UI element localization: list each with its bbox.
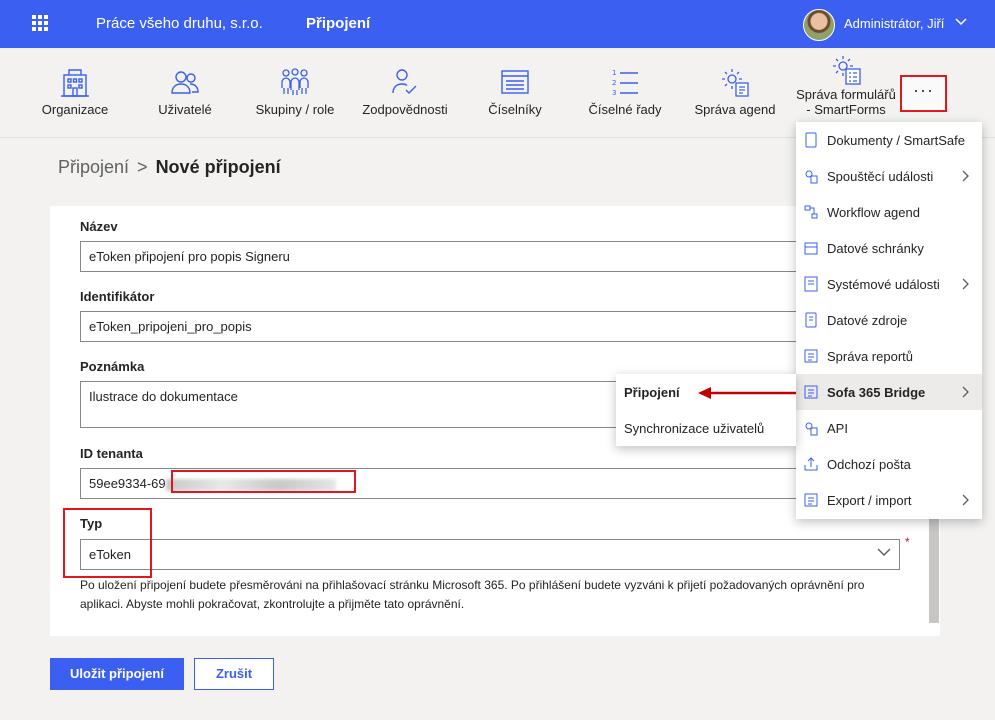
submenu-item-synchronizace[interactable]: Synchronizace uživatelů bbox=[624, 421, 764, 436]
menu-item-workflow[interactable]: Workflow agend bbox=[796, 194, 982, 230]
building-icon bbox=[61, 69, 89, 97]
more-menu: Dokumenty / SmartSafe Spouštěcí události… bbox=[796, 122, 982, 519]
menu-item-label: Odchozí pošta bbox=[827, 457, 911, 472]
ribbon-item-sprava-formularu[interactable]: Správa formulářů - SmartForms bbox=[796, 52, 896, 128]
menu-item-label: Spouštěcí události bbox=[827, 169, 934, 184]
menu-item-sofa-365-bridge[interactable]: Sofa 365 Bridge bbox=[796, 374, 982, 410]
groups-icon bbox=[281, 68, 309, 95]
gear-doc-icon bbox=[722, 69, 749, 97]
sofa-bridge-submenu: Připojení Synchronizace uživatelů bbox=[616, 374, 796, 446]
ribbon-label: Číselné řady bbox=[588, 102, 662, 117]
name-field[interactable]: eToken připojení pro popis Signeru bbox=[80, 241, 900, 272]
ribbon-label: Skupiny / role bbox=[255, 102, 335, 117]
svg-text:1: 1 bbox=[612, 69, 616, 77]
ribbon-label: Číselníky bbox=[488, 102, 542, 117]
ribbon-item-ciselne-rady[interactable]: 1 2 3 Číselné řady bbox=[575, 60, 675, 117]
page-title: Nové připojení bbox=[155, 157, 281, 177]
document-icon bbox=[805, 132, 817, 148]
note-label: Poznámka bbox=[80, 359, 145, 374]
menu-item-sprava-reportu[interactable]: Správa reportů bbox=[796, 338, 982, 374]
ribbon-item-uzivatele[interactable]: Uživatelé bbox=[135, 60, 235, 117]
tenant-value: 59ee9334-69 bbox=[89, 476, 166, 491]
menu-item-systemove-udalosti[interactable]: Systémové události bbox=[796, 266, 982, 302]
svg-text:3: 3 bbox=[612, 89, 616, 97]
workflow-icon bbox=[804, 205, 818, 219]
menu-item-api[interactable]: API bbox=[796, 410, 982, 446]
user-check-icon bbox=[392, 69, 417, 94]
breadcrumb-parent[interactable]: Připojení bbox=[58, 157, 129, 177]
submenu-item-pripojeni[interactable]: Připojení bbox=[624, 385, 680, 400]
menu-item-label: Workflow agend bbox=[827, 205, 920, 220]
menu-item-label: Datové schránky bbox=[827, 241, 924, 256]
breadcrumb: Připojení > Nové připojení bbox=[58, 157, 281, 178]
menu-item-label: Správa reportů bbox=[827, 349, 913, 364]
more-button[interactable]: ··· bbox=[900, 75, 947, 112]
menu-item-datove-zdroje[interactable]: Datové zdroje bbox=[796, 302, 982, 338]
chevron-right-icon bbox=[962, 278, 969, 290]
export-icon bbox=[804, 493, 818, 507]
ribbon-label: Organizace bbox=[41, 102, 109, 117]
outbox-icon bbox=[804, 457, 818, 471]
pointer-arrow-icon bbox=[698, 387, 796, 399]
identifier-label: Identifikátor bbox=[80, 289, 155, 304]
svg-text:2: 2 bbox=[612, 79, 616, 87]
scrollbar[interactable] bbox=[929, 513, 939, 623]
report-icon bbox=[804, 349, 818, 363]
data-source-icon bbox=[805, 312, 817, 328]
menu-item-label: Dokumenty / SmartSafe bbox=[827, 133, 965, 148]
users-icon bbox=[171, 71, 199, 94]
chevron-right-icon bbox=[962, 386, 969, 398]
ribbon-item-skupiny[interactable]: Skupiny / role bbox=[245, 60, 345, 117]
ribbon-label: Správa formulářů - SmartForms bbox=[796, 87, 896, 117]
app-launcher-icon[interactable] bbox=[32, 15, 48, 31]
ribbon-item-ciselniky[interactable]: Číselníky bbox=[465, 60, 565, 117]
avatar[interactable] bbox=[803, 9, 835, 41]
chevron-down-icon[interactable] bbox=[877, 548, 891, 556]
gear-form-icon bbox=[833, 56, 861, 85]
menu-item-datove-schranky[interactable]: Datové schránky bbox=[796, 230, 982, 266]
type-select[interactable]: eToken bbox=[80, 539, 900, 570]
required-mark: * bbox=[905, 535, 910, 549]
ribbon-label: Uživatelé bbox=[158, 102, 212, 117]
menu-item-label: Sofa 365 Bridge bbox=[827, 385, 926, 400]
highlight-box bbox=[63, 508, 152, 578]
company-name[interactable]: Práce všeho druhu, s.r.o. bbox=[96, 15, 263, 32]
menu-item-label: Datové zdroje bbox=[827, 313, 908, 328]
user-name[interactable]: Administrátor, Jiří bbox=[844, 16, 944, 31]
menu-item-label: Export / import bbox=[827, 493, 912, 508]
chevron-right-icon bbox=[962, 494, 969, 506]
log-icon bbox=[804, 276, 818, 292]
ribbon-label: Zodpovědnosti bbox=[362, 102, 448, 117]
section-title: Připojení bbox=[306, 15, 371, 32]
help-text: Po uložení připojení budete přesměrováni… bbox=[80, 578, 865, 611]
name-label: Název bbox=[80, 219, 118, 234]
mailbox-icon bbox=[804, 242, 818, 255]
breadcrumb-separator: > bbox=[137, 157, 148, 177]
menu-item-odchozi-posta[interactable]: Odchozí pošta bbox=[796, 446, 982, 482]
cancel-button[interactable]: Zrušit bbox=[194, 658, 274, 690]
gear-doc-icon bbox=[805, 170, 818, 184]
save-button[interactable]: Uložit připojení bbox=[50, 658, 184, 690]
numbered-list-icon: 1 2 3 bbox=[612, 69, 638, 97]
identifier-field[interactable]: eToken_pripojeni_pro_popis bbox=[80, 311, 900, 342]
chevron-right-icon bbox=[962, 170, 969, 182]
chevron-down-icon[interactable] bbox=[955, 18, 967, 26]
menu-item-export-import[interactable]: Export / import bbox=[796, 482, 982, 518]
bridge-icon bbox=[804, 385, 818, 399]
ribbon-item-sprava-agend[interactable]: Správa agend bbox=[685, 60, 785, 117]
list-window-icon bbox=[501, 70, 529, 94]
tenant-label: ID tenanta bbox=[80, 446, 143, 461]
api-icon bbox=[805, 422, 818, 436]
menu-item-label: Systémové události bbox=[827, 277, 940, 292]
menu-item-dokumenty[interactable]: Dokumenty / SmartSafe bbox=[796, 122, 982, 158]
highlight-box bbox=[171, 470, 356, 493]
top-bar: Práce všeho druhu, s.r.o. Připojení Admi… bbox=[0, 0, 995, 48]
ribbon-label: Správa agend bbox=[694, 102, 776, 117]
ribbon-item-organizace[interactable]: Organizace bbox=[25, 60, 125, 117]
menu-item-label: API bbox=[827, 421, 848, 436]
ribbon-item-zodpovednosti[interactable]: Zodpovědnosti bbox=[355, 60, 455, 117]
menu-item-spousteci-udalosti[interactable]: Spouštěcí události bbox=[796, 158, 982, 194]
